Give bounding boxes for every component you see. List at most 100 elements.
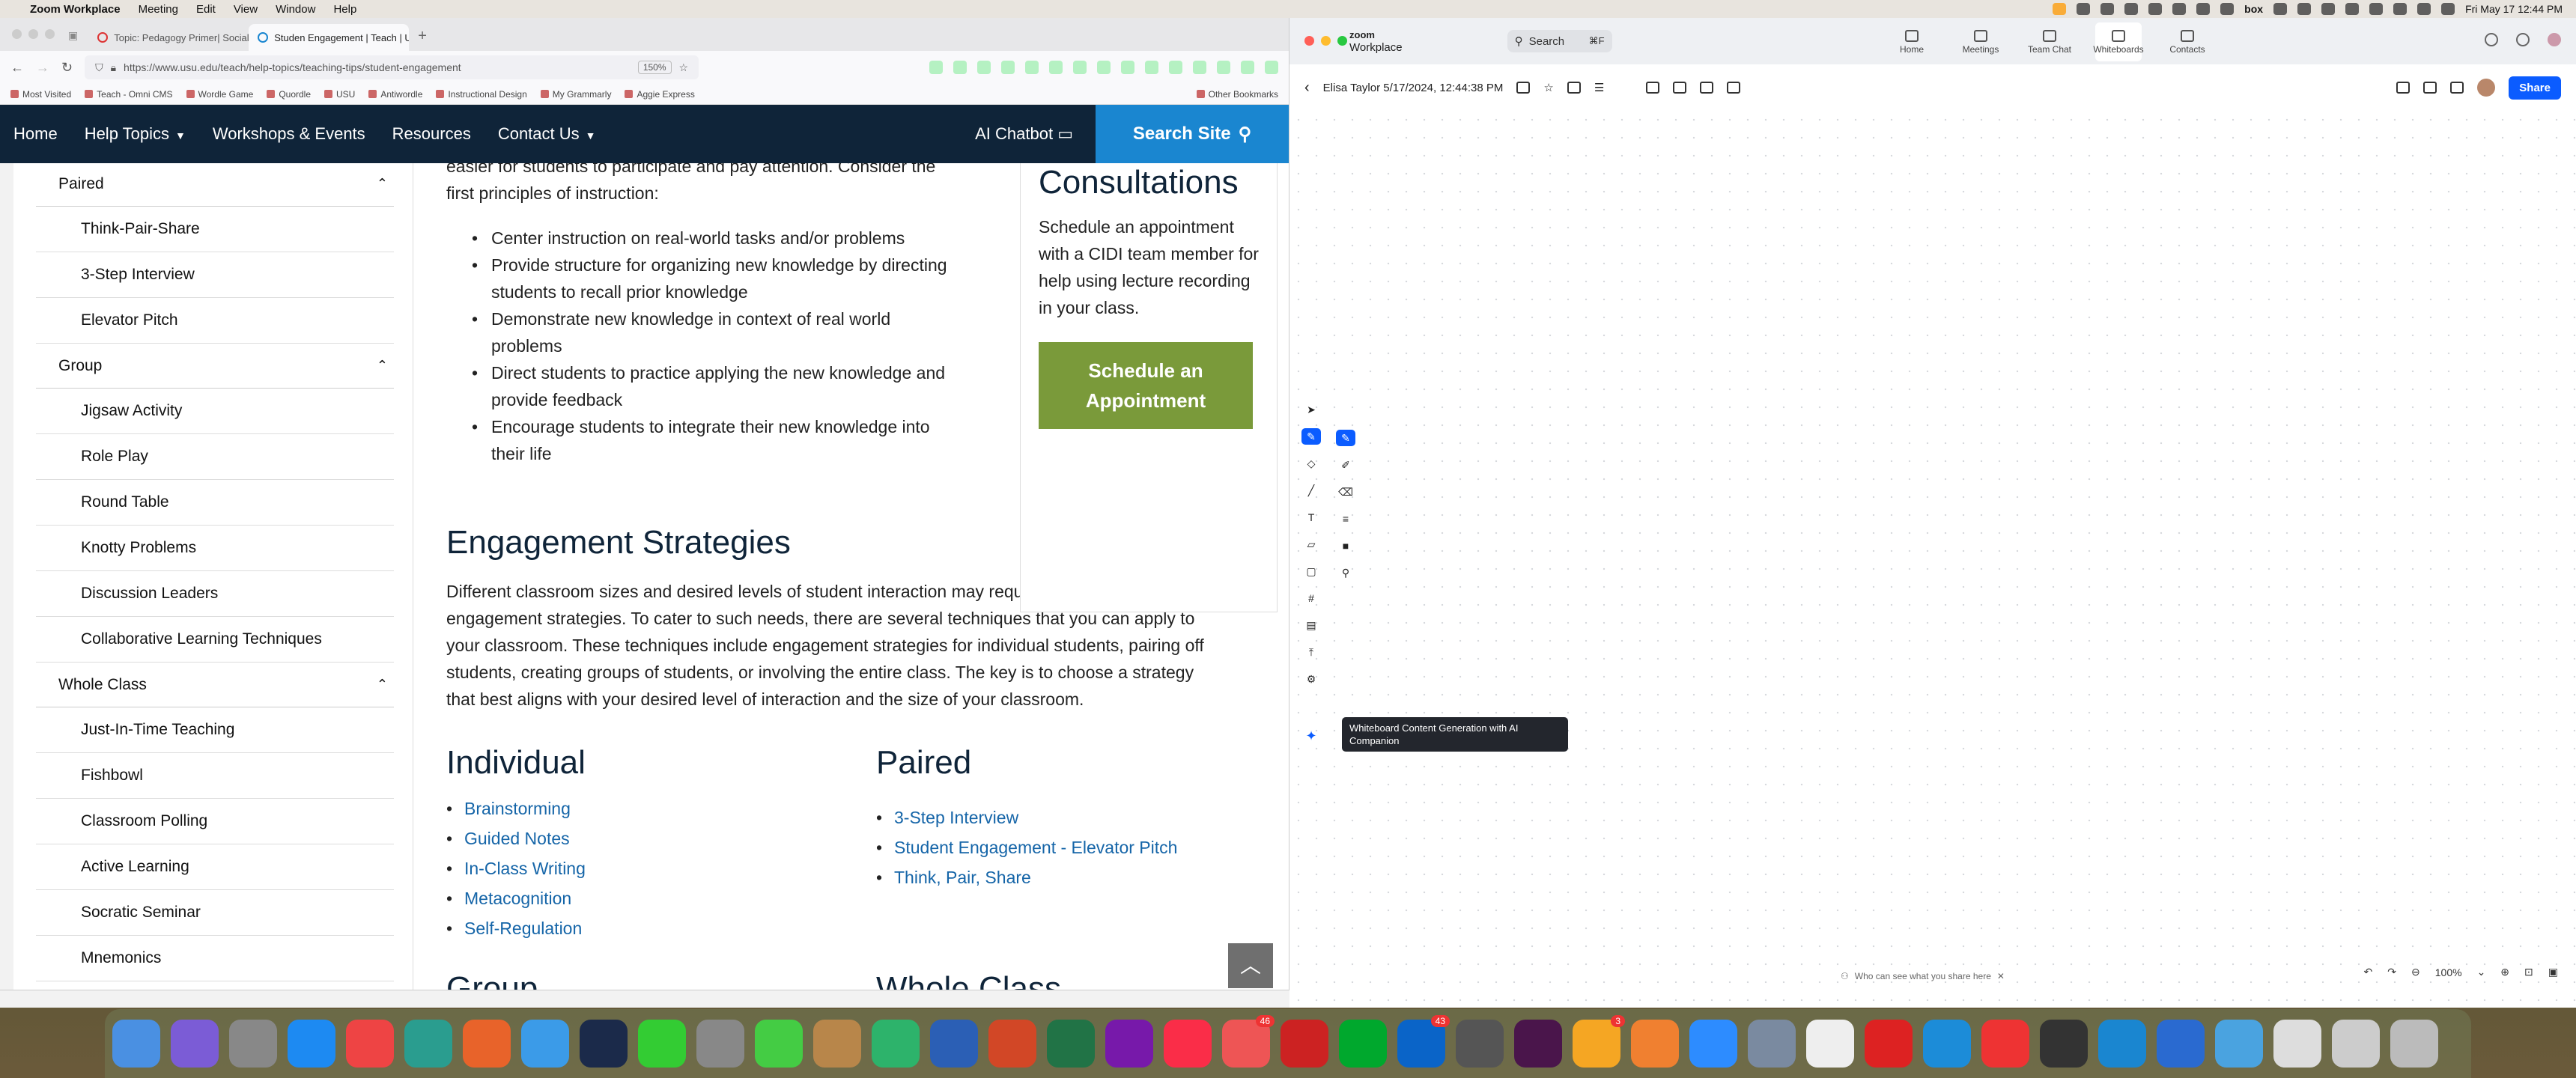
comment-tool-icon[interactable]: ▢ [1301, 563, 1321, 579]
color-swatch-icon[interactable]: ■ [1336, 538, 1355, 554]
link-in-class-writing[interactable]: In-Class Writing [446, 853, 586, 883]
launchpad-icon[interactable] [229, 1020, 277, 1068]
powerpoint-icon[interactable] [988, 1020, 1036, 1068]
excel-icon[interactable] [1047, 1020, 1095, 1068]
link-brainstorming[interactable]: Brainstorming [446, 794, 586, 823]
share-button[interactable]: Share [2509, 76, 2561, 100]
sidebar-item[interactable]: Elevator Pitch [36, 298, 394, 344]
extension-icon[interactable] [1193, 61, 1206, 74]
documents-stack-icon[interactable] [2273, 1020, 2321, 1068]
back-arrow-icon[interactable]: ‹ [1304, 79, 1310, 97]
menu-icon[interactable] [1265, 61, 1278, 74]
sketch-app-icon[interactable] [1923, 1020, 1971, 1068]
extension-icon[interactable] [1241, 61, 1254, 74]
zoom-status-icon[interactable] [2053, 3, 2067, 15]
eraser-icon[interactable]: ⌫ [1336, 484, 1355, 500]
redo-icon[interactable]: ↷ [2387, 966, 2396, 978]
tab-student-engagement[interactable]: Studen Engagement | Teach | U ✕ [249, 24, 410, 51]
preview-icon[interactable] [1748, 1020, 1796, 1068]
contacts-icon[interactable] [813, 1020, 861, 1068]
zoom-search[interactable]: ⚲ Search ⌘F [1507, 30, 1612, 52]
eyedropper-icon[interactable]: ⚲ [1336, 564, 1355, 581]
comment-icon[interactable] [2396, 82, 2411, 94]
tray-icon[interactable] [2077, 3, 2091, 15]
pencil-app-icon[interactable] [1631, 1020, 1679, 1068]
zoom-nav-team-chat[interactable]: Team Chat [2026, 22, 2073, 61]
word-icon[interactable] [930, 1020, 978, 1068]
close-window-icon[interactable] [12, 29, 22, 39]
freeform-icon[interactable] [1806, 1020, 1854, 1068]
zoom-level[interactable]: 100% [2435, 966, 2462, 978]
extension-icon[interactable] [1217, 61, 1230, 74]
messages-icon[interactable] [755, 1020, 803, 1068]
open-external-icon[interactable] [1567, 82, 1581, 94]
sidebar-group-paired[interactable]: Paired ⌃ [36, 163, 394, 207]
bookmark-usu[interactable]: USU [324, 89, 355, 100]
zoom-app-icon[interactable] [1689, 1020, 1737, 1068]
sidebar-item[interactable]: Collaborative Learning Techniques [36, 617, 394, 663]
trash-icon[interactable] [2390, 1020, 2438, 1068]
sticky-note-icon[interactable]: ▱ [1301, 536, 1321, 552]
search-site-button[interactable]: Search Site ⚲ [1096, 105, 1289, 163]
tray-icon[interactable] [2196, 3, 2211, 15]
bookmark-teach-omni[interactable]: Teach - Omni CMS [85, 89, 172, 100]
bluetooth-icon[interactable] [2345, 3, 2360, 15]
sidebar-item[interactable]: Mnemonics [36, 936, 394, 981]
extension-icon[interactable] [1049, 61, 1063, 74]
link-think-pair-share[interactable]: Think, Pair, Share [876, 862, 1177, 892]
sync-app-icon[interactable] [2098, 1020, 2146, 1068]
minimize-window-icon[interactable] [1321, 36, 1331, 46]
minimap-icon[interactable]: ▣ [2548, 966, 2558, 978]
url-bar[interactable]: ⛉ 🔒︎ https://www.usu.edu/teach/help-topi… [85, 55, 699, 79]
bookmark-star-icon[interactable]: ☆ [679, 61, 689, 74]
other-bookmarks[interactable]: Other Bookmarks [1197, 89, 1278, 100]
line-tool-icon[interactable]: ╱ [1301, 482, 1321, 499]
extension-icon[interactable] [977, 61, 991, 74]
battery-icon[interactable] [2369, 3, 2384, 15]
video-icon[interactable] [2423, 82, 2437, 94]
shield-icon[interactable]: ⛉ [95, 61, 103, 74]
nav-resources[interactable]: Resources [379, 124, 484, 144]
schedule-appointment-button[interactable]: Schedule an Appointment [1039, 342, 1253, 429]
extension-icon[interactable] [1169, 61, 1182, 74]
cloud-save-icon[interactable] [1516, 82, 1531, 94]
sync-icon[interactable] [2450, 82, 2464, 94]
bookmark-instructional-design[interactable]: Instructional Design [436, 89, 526, 100]
wifi-icon[interactable] [2393, 3, 2408, 15]
frame-tool-icon[interactable]: # [1301, 590, 1321, 606]
sidebar-item[interactable]: Think-Pair-Share [36, 207, 394, 252]
box-icon[interactable]: box [2244, 3, 2263, 15]
pen-icon[interactable] [1727, 82, 1741, 94]
chrome-icon[interactable] [346, 1020, 394, 1068]
pocket-icon[interactable] [929, 61, 943, 74]
timer-icon[interactable] [1700, 82, 1714, 94]
sidebar-item[interactable]: Round Table [36, 480, 394, 526]
nav-contact-us[interactable]: Contact Us ▼ [484, 124, 610, 144]
menu-icon[interactable]: ☰ [1594, 81, 1604, 94]
scrollbar[interactable] [0, 163, 13, 1008]
menu-help[interactable]: Help [324, 3, 365, 16]
extension-icon[interactable] [1073, 61, 1087, 74]
sidebar-item[interactable]: Jigsaw Activity [36, 389, 394, 434]
evernote-icon[interactable] [1339, 1020, 1387, 1068]
downloads-icon[interactable] [953, 61, 967, 74]
table-tool-icon[interactable]: ▤ [1301, 617, 1321, 633]
filezilla-icon[interactable] [1281, 1020, 1328, 1068]
menu-view[interactable]: View [225, 3, 267, 16]
sidebar-item[interactable]: Fishbowl [36, 753, 394, 799]
reload-icon[interactable]: ↻ [61, 60, 73, 76]
zoom-window-icon[interactable] [1337, 36, 1347, 46]
app-store-icon[interactable] [288, 1020, 335, 1068]
downloads-folder-icon[interactable] [2215, 1020, 2263, 1068]
link-3-step-interview[interactable]: 3-Step Interview [876, 803, 1177, 832]
zoom-nav-whiteboards[interactable]: Whiteboards [2093, 22, 2144, 61]
edge-icon[interactable] [404, 1020, 452, 1068]
bookmark-most-visited[interactable]: Most Visited [10, 89, 71, 100]
close-window-icon[interactable] [1304, 36, 1314, 46]
new-tab-icon[interactable]: + [409, 28, 436, 51]
link-metacognition[interactable]: Metacognition [446, 883, 586, 913]
whiteboard-canvas[interactable]: ➤ ✎ ◇ ╱ T ▱ ▢ # ▤ ⤒ ⚙ ✎ ✐ ⌫ ≡ ■ ⚲ ✦ Whit… [1289, 111, 2576, 1008]
app-menu[interactable]: Zoom Workplace [21, 3, 130, 16]
calculator-icon[interactable] [1456, 1020, 1504, 1068]
firefox-icon[interactable] [463, 1020, 511, 1068]
